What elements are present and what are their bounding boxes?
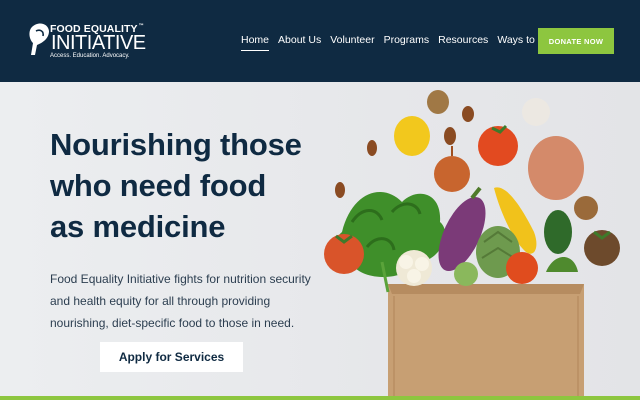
hero-section: Nourishing those who need food as medici… xyxy=(0,82,640,398)
logo-mark-icon xyxy=(29,23,49,55)
nav-resources[interactable]: Resources xyxy=(438,34,488,50)
brand-name-line2: INITIATIVE xyxy=(51,32,146,54)
hero-description-line: and health equity for all through provid… xyxy=(50,294,271,308)
brand-logo[interactable]: FOOD EQUALITY™ INITIATIVE Access. Educat… xyxy=(28,21,146,61)
nav-about-us[interactable]: About Us xyxy=(278,34,321,50)
hero-description: Food Equality Initiative fights for nutr… xyxy=(50,268,315,334)
hero-title-line: as medicine xyxy=(50,209,226,244)
donate-button[interactable]: DONATE NOW xyxy=(538,28,614,54)
brand-tagline: Access. Education. Advocacy. xyxy=(50,53,130,59)
nav-programs[interactable]: Programs xyxy=(384,34,430,50)
site-header: FOOD EQUALITY™ INITIATIVE Access. Educat… xyxy=(0,0,640,82)
nav-home[interactable]: Home xyxy=(241,34,270,51)
produce-bag-image xyxy=(324,90,620,398)
hero-title-line: who need food xyxy=(50,168,267,203)
hero-description-line: nourishing, diet-specific food to those … xyxy=(50,316,295,330)
accent-bottom-bar xyxy=(0,396,640,400)
hero-description-line: Food Equality Initiative fights for nutr… xyxy=(50,272,311,286)
apply-for-services-button[interactable]: Apply for Services xyxy=(100,342,243,372)
main-nav: Home About Us Volunteer Programs Resourc… xyxy=(241,34,568,51)
nav-volunteer[interactable]: Volunteer xyxy=(330,34,374,50)
hero-title-line: Nourishing those xyxy=(50,127,302,162)
